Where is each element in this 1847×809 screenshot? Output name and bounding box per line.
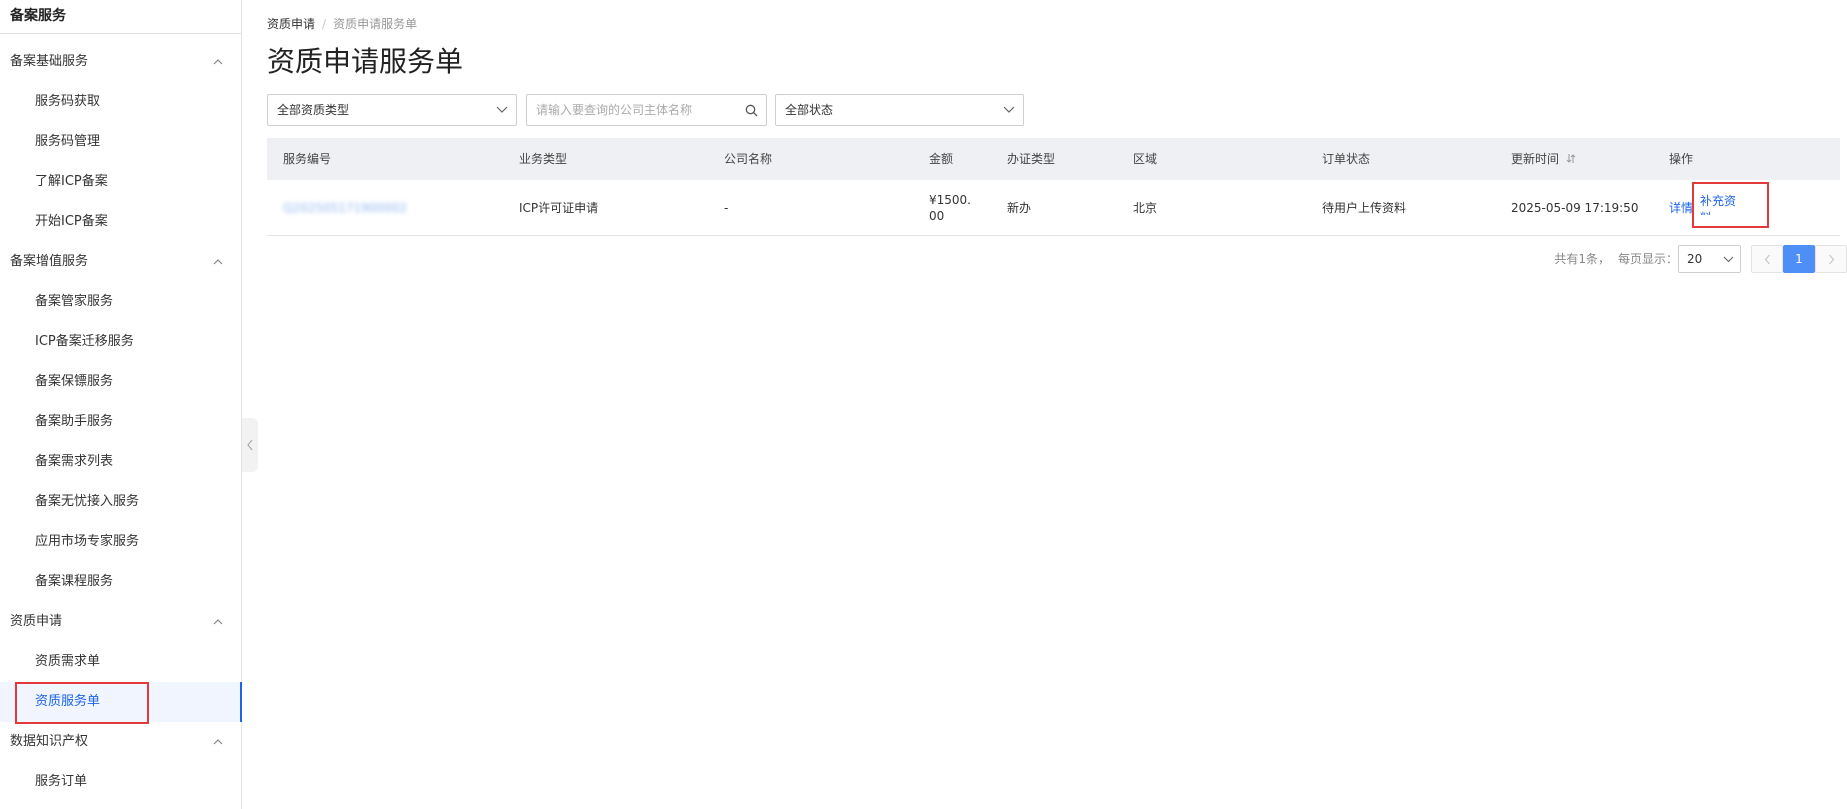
sort-icon [1566,154,1576,163]
col-service-no: 服务编号 [283,152,332,166]
sidebar-item-service-code-manage[interactable]: 服务码管理 [0,122,241,162]
select-value: 全部资质类型 [277,103,350,117]
company-cell: - [724,201,729,215]
pagination-info: 共有1条， 每页显示： [1554,244,1678,274]
sidebar-item-market-expert[interactable]: 应用市场专家服务 [0,522,241,562]
sidebar-item-demand-list[interactable]: 备案需求列表 [0,442,241,482]
select-value: 全部状态 [785,103,834,117]
nav-group-label: 资质申请 [10,614,63,629]
service-order-table: 服务编号 业务类型 公司名称 金额 办证类型 区域 订单状态 更新时间 操作 Q… [267,138,1840,236]
chevron-down-icon [1723,246,1734,272]
col-order-status: 订单状态 [1322,152,1371,166]
col-update-time[interactable]: 更新时间 [1511,138,1576,180]
sidebar-item-qualification-demand[interactable]: 资质需求单 [0,642,241,682]
chevron-up-icon [213,602,225,642]
sidebar-item-worry-free[interactable]: 备案无忧接入服务 [0,482,241,522]
license-type-cell: 新办 [1007,201,1032,215]
search-placeholder: 请输入要查询的公司主体名称 [536,103,693,117]
chevron-up-icon [213,722,225,762]
sidebar-title: 备案服务 [0,0,241,34]
next-page-button[interactable] [1815,245,1847,273]
col-actions: 操作 [1669,152,1694,166]
sidebar-item-assistant[interactable]: 备案助手服务 [0,402,241,442]
company-search-input[interactable]: 请输入要查询的公司主体名称 [526,94,767,126]
page-title: 资质申请服务单 [267,45,464,78]
nav-group-value-added[interactable]: 备案增值服务 [0,242,241,282]
search-icon[interactable] [745,95,758,125]
highlight-box [15,682,149,724]
col-update-time-label: 更新时间 [1511,152,1560,166]
breadcrumb: 资质申请 / 资质申请服务单 [267,15,417,32]
chevron-right-icon [1828,254,1834,264]
chevron-down-icon [496,95,508,125]
biz-type-cell: ICP许可证申请 [519,201,599,215]
chevron-down-icon [1003,95,1015,125]
col-company: 公司名称 [724,152,773,166]
breadcrumb-current: 资质申请服务单 [333,17,418,31]
nav-group-data-ip[interactable]: 数据知识产权 [0,722,241,762]
col-amount: 金额 [929,152,954,166]
page-size-label: 每页显示： [1617,252,1678,266]
nav-group-icp-basic[interactable]: 备案基础服务 [0,42,241,82]
sidebar-item-butler[interactable]: 备案管家服务 [0,282,241,322]
chevron-up-icon [213,42,225,82]
update-time-cell: 2025-05-09 17:19:50 [1511,201,1639,215]
main-content: 资质申请 / 资质申请服务单 资质申请服务单 全部资质类型 请输入要查询的公司主体名… [267,0,1847,809]
sidebar-item-service-code-get[interactable]: 服务码获取 [0,82,241,122]
table-header: 服务编号 业务类型 公司名称 金额 办证类型 区域 订单状态 更新时间 操作 [267,138,1840,180]
nav-group-label: 备案增值服务 [10,254,89,269]
sidebar-item-start-icp[interactable]: 开始ICP备案 [0,202,241,242]
chevron-left-icon [1764,254,1770,264]
status-select[interactable]: 全部状态 [775,94,1024,126]
sidebar-collapse-handle[interactable] [242,418,258,472]
table-row: Q202505171900002 ICP许可证申请 - ¥1500. 00 新办… [267,180,1840,236]
amount-line: ¥1500. [929,193,971,207]
amount-line: 00 [929,209,945,223]
nav-group-qualification[interactable]: 资质申请 [0,602,241,642]
order-status-cell: 待用户上传资料 [1322,201,1407,215]
chevron-up-icon [213,242,225,282]
breadcrumb-parent[interactable]: 资质申请 [267,17,315,31]
total-count: 共有1条， [1554,252,1610,266]
sidebar-item-bodyguard[interactable]: 备案保镖服务 [0,362,241,402]
page-number-current[interactable]: 1 [1783,245,1815,273]
page-size-select[interactable]: 20 [1678,245,1741,273]
service-no-cell[interactable]: Q202505171900002 [283,180,407,236]
chevron-left-icon [247,439,253,451]
col-license-type: 办证类型 [1007,152,1056,166]
breadcrumb-separator: / [322,17,327,31]
sidebar-item-learn-icp[interactable]: 了解ICP备案 [0,162,241,202]
sidebar: 备案服务 备案基础服务 服务码获取 服务码管理 了解ICP备案 开始ICP备案 … [0,0,242,809]
sidebar-item-migration[interactable]: ICP备案迁移服务 [0,322,241,362]
nav-group-label: 备案基础服务 [10,54,89,69]
col-region: 区域 [1133,152,1158,166]
col-biz-type: 业务类型 [519,152,568,166]
nav-group-label: 数据知识产权 [10,734,89,749]
qualification-type-select[interactable]: 全部资质类型 [267,94,517,126]
prev-page-button[interactable] [1751,245,1783,273]
sidebar-item-service-order[interactable]: 服务订单 [0,762,241,802]
highlight-box [1692,182,1769,228]
detail-link[interactable]: 详情 [1669,180,1693,236]
amount-cell: ¥1500. 00 [929,192,971,224]
region-cell: 北京 [1133,201,1158,215]
sidebar-item-course[interactable]: 备案课程服务 [0,562,241,602]
page-size-value: 20 [1687,252,1703,266]
